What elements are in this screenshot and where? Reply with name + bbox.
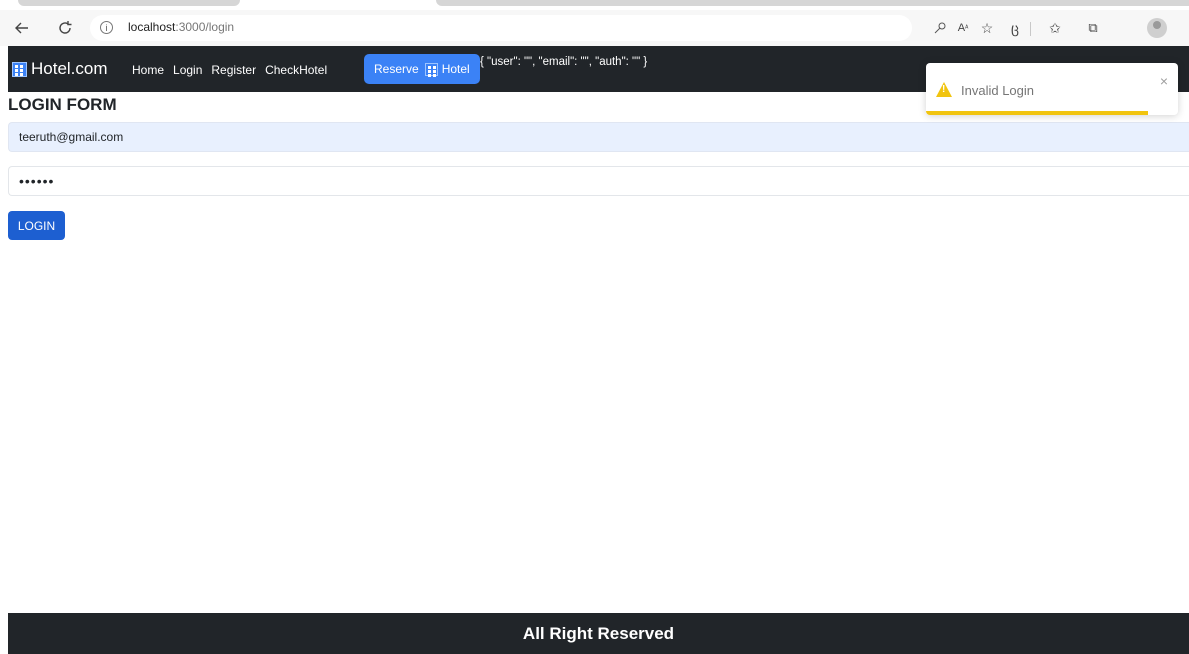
nav-link-login[interactable]: Login	[173, 63, 202, 77]
footer: All Right Reserved	[8, 613, 1189, 654]
collections-icon[interactable]: ⧉	[1083, 18, 1103, 38]
brand-link[interactable]: Hotel.com	[12, 59, 108, 79]
password-value: ••••••	[19, 173, 55, 189]
reserve-label: Reserve	[374, 62, 419, 76]
refresh-icon[interactable]	[55, 18, 75, 38]
favorite-icon[interactable]: ☆	[977, 18, 997, 38]
profile-icon[interactable]	[1147, 18, 1167, 38]
password-field[interactable]: ••••••	[8, 166, 1189, 196]
page-title: LOGIN FORM	[8, 95, 117, 114]
invalid-login-toast[interactable]: Invalid Login ×	[926, 63, 1178, 115]
reserve-hotel-button[interactable]: Reserve Hotel	[364, 54, 480, 84]
footer-text: All Right Reserved	[522, 623, 675, 643]
browser-tab[interactable]	[18, 0, 240, 6]
toast-progress-bar	[926, 111, 1148, 115]
login-button[interactable]: LOGIN	[8, 211, 65, 240]
toast-progress-track	[926, 111, 1178, 115]
warning-icon	[936, 82, 952, 97]
browser-toolbar: i localhost:3000/login Aᴬ ☆ ც ✩ ⧉	[0, 10, 1189, 46]
extensions-icon[interactable]: ც	[1005, 18, 1025, 38]
favorites-list-icon[interactable]: ✩	[1045, 18, 1065, 38]
info-icon[interactable]: i	[100, 21, 113, 34]
brand-label: Hotel.com	[31, 59, 108, 78]
address-url[interactable]: localhost:3000/login	[128, 20, 234, 34]
address-bar[interactable]: i localhost:3000/login	[90, 15, 912, 41]
auth-state-text: { "user": "", "email": "", "auth": "" }	[480, 56, 648, 68]
toolbar-divider	[1030, 22, 1031, 36]
nav-links: Home Login Register CheckHotel	[132, 63, 327, 77]
hotel-icon	[424, 62, 438, 76]
back-arrow-icon[interactable]	[12, 18, 32, 38]
hotel-icon	[12, 61, 27, 77]
email-value: teeruth@gmail.com	[19, 130, 124, 144]
key-icon[interactable]	[930, 18, 950, 38]
nav-link-home[interactable]: Home	[132, 63, 164, 77]
nav-link-register[interactable]: Register	[211, 63, 256, 77]
email-field[interactable]: teeruth@gmail.com	[8, 122, 1189, 152]
close-icon[interactable]: ×	[1160, 73, 1168, 89]
read-aloud-icon[interactable]: Aᴬ	[953, 18, 973, 38]
browser-tab-strip	[0, 0, 1189, 10]
nav-link-checkhotel[interactable]: CheckHotel	[265, 63, 327, 77]
toast-message: Invalid Login	[961, 83, 1034, 98]
browser-tab[interactable]	[436, 0, 1189, 6]
reserve-suffix: Hotel	[441, 62, 470, 76]
